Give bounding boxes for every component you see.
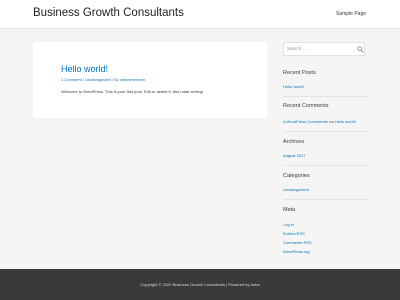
search-icon[interactable]: [357, 46, 364, 53]
meta-comments-rss-link[interactable]: Comments RSS: [283, 240, 312, 245]
site-title[interactable]: Business Growth Consultants: [33, 7, 184, 19]
categories-heading: Categories: [283, 173, 310, 179]
post-author-link[interactable]: wirkmmermon: [120, 77, 145, 82]
site-header: Business Growth Consultants Sample Page: [0, 0, 400, 29]
post-comments-link[interactable]: 1 Comment: [61, 77, 82, 82]
meta-wordpress-link[interactable]: WordPress.org: [283, 249, 310, 254]
recent-post-link[interactable]: Hello world!: [283, 84, 304, 89]
search-input[interactable]: Search ...: [283, 42, 365, 56]
post-excerpt: Welcome to WordPress. This is your first…: [61, 89, 204, 94]
post-category-link[interactable]: Uncategorized: [85, 77, 111, 82]
comment-post-link[interactable]: Hello world!: [335, 119, 356, 124]
site-footer: Copyright © 2020 Business Growth Consult…: [0, 269, 400, 300]
post-meta: 1 Comment / Uncategorized / By wirkmmerm…: [61, 77, 145, 82]
meta-login-link[interactable]: Log in: [283, 222, 294, 227]
post-title[interactable]: Hello world!: [61, 64, 108, 74]
comment-author-link[interactable]: A WordPress Commenter: [283, 119, 328, 124]
post-card: Hello world! 1 Comment / Uncategorized /…: [33, 42, 267, 118]
widget-divider: [283, 199, 368, 200]
category-link[interactable]: Uncategorized: [283, 187, 309, 192]
recent-comment-item: A WordPress Commenter on Hello world!: [283, 119, 356, 124]
meta-heading: Meta: [283, 207, 296, 213]
footer-copyright: Copyright © 2020 Business Growth Consult…: [140, 282, 260, 287]
widget-divider: [283, 165, 368, 166]
widget-divider: [283, 131, 368, 132]
recent-comments-heading: Recent Comments: [283, 103, 329, 109]
widget-divider: [283, 96, 368, 97]
nav-link-sample-page[interactable]: Sample Page: [336, 11, 366, 17]
meta-entries-rss-link[interactable]: Entries RSS: [283, 231, 305, 236]
archives-heading: Archives: [283, 139, 305, 145]
search-placeholder: Search ...: [287, 46, 307, 51]
archive-link[interactable]: August 2017: [283, 153, 305, 158]
recent-posts-heading: Recent Posts: [283, 70, 316, 76]
